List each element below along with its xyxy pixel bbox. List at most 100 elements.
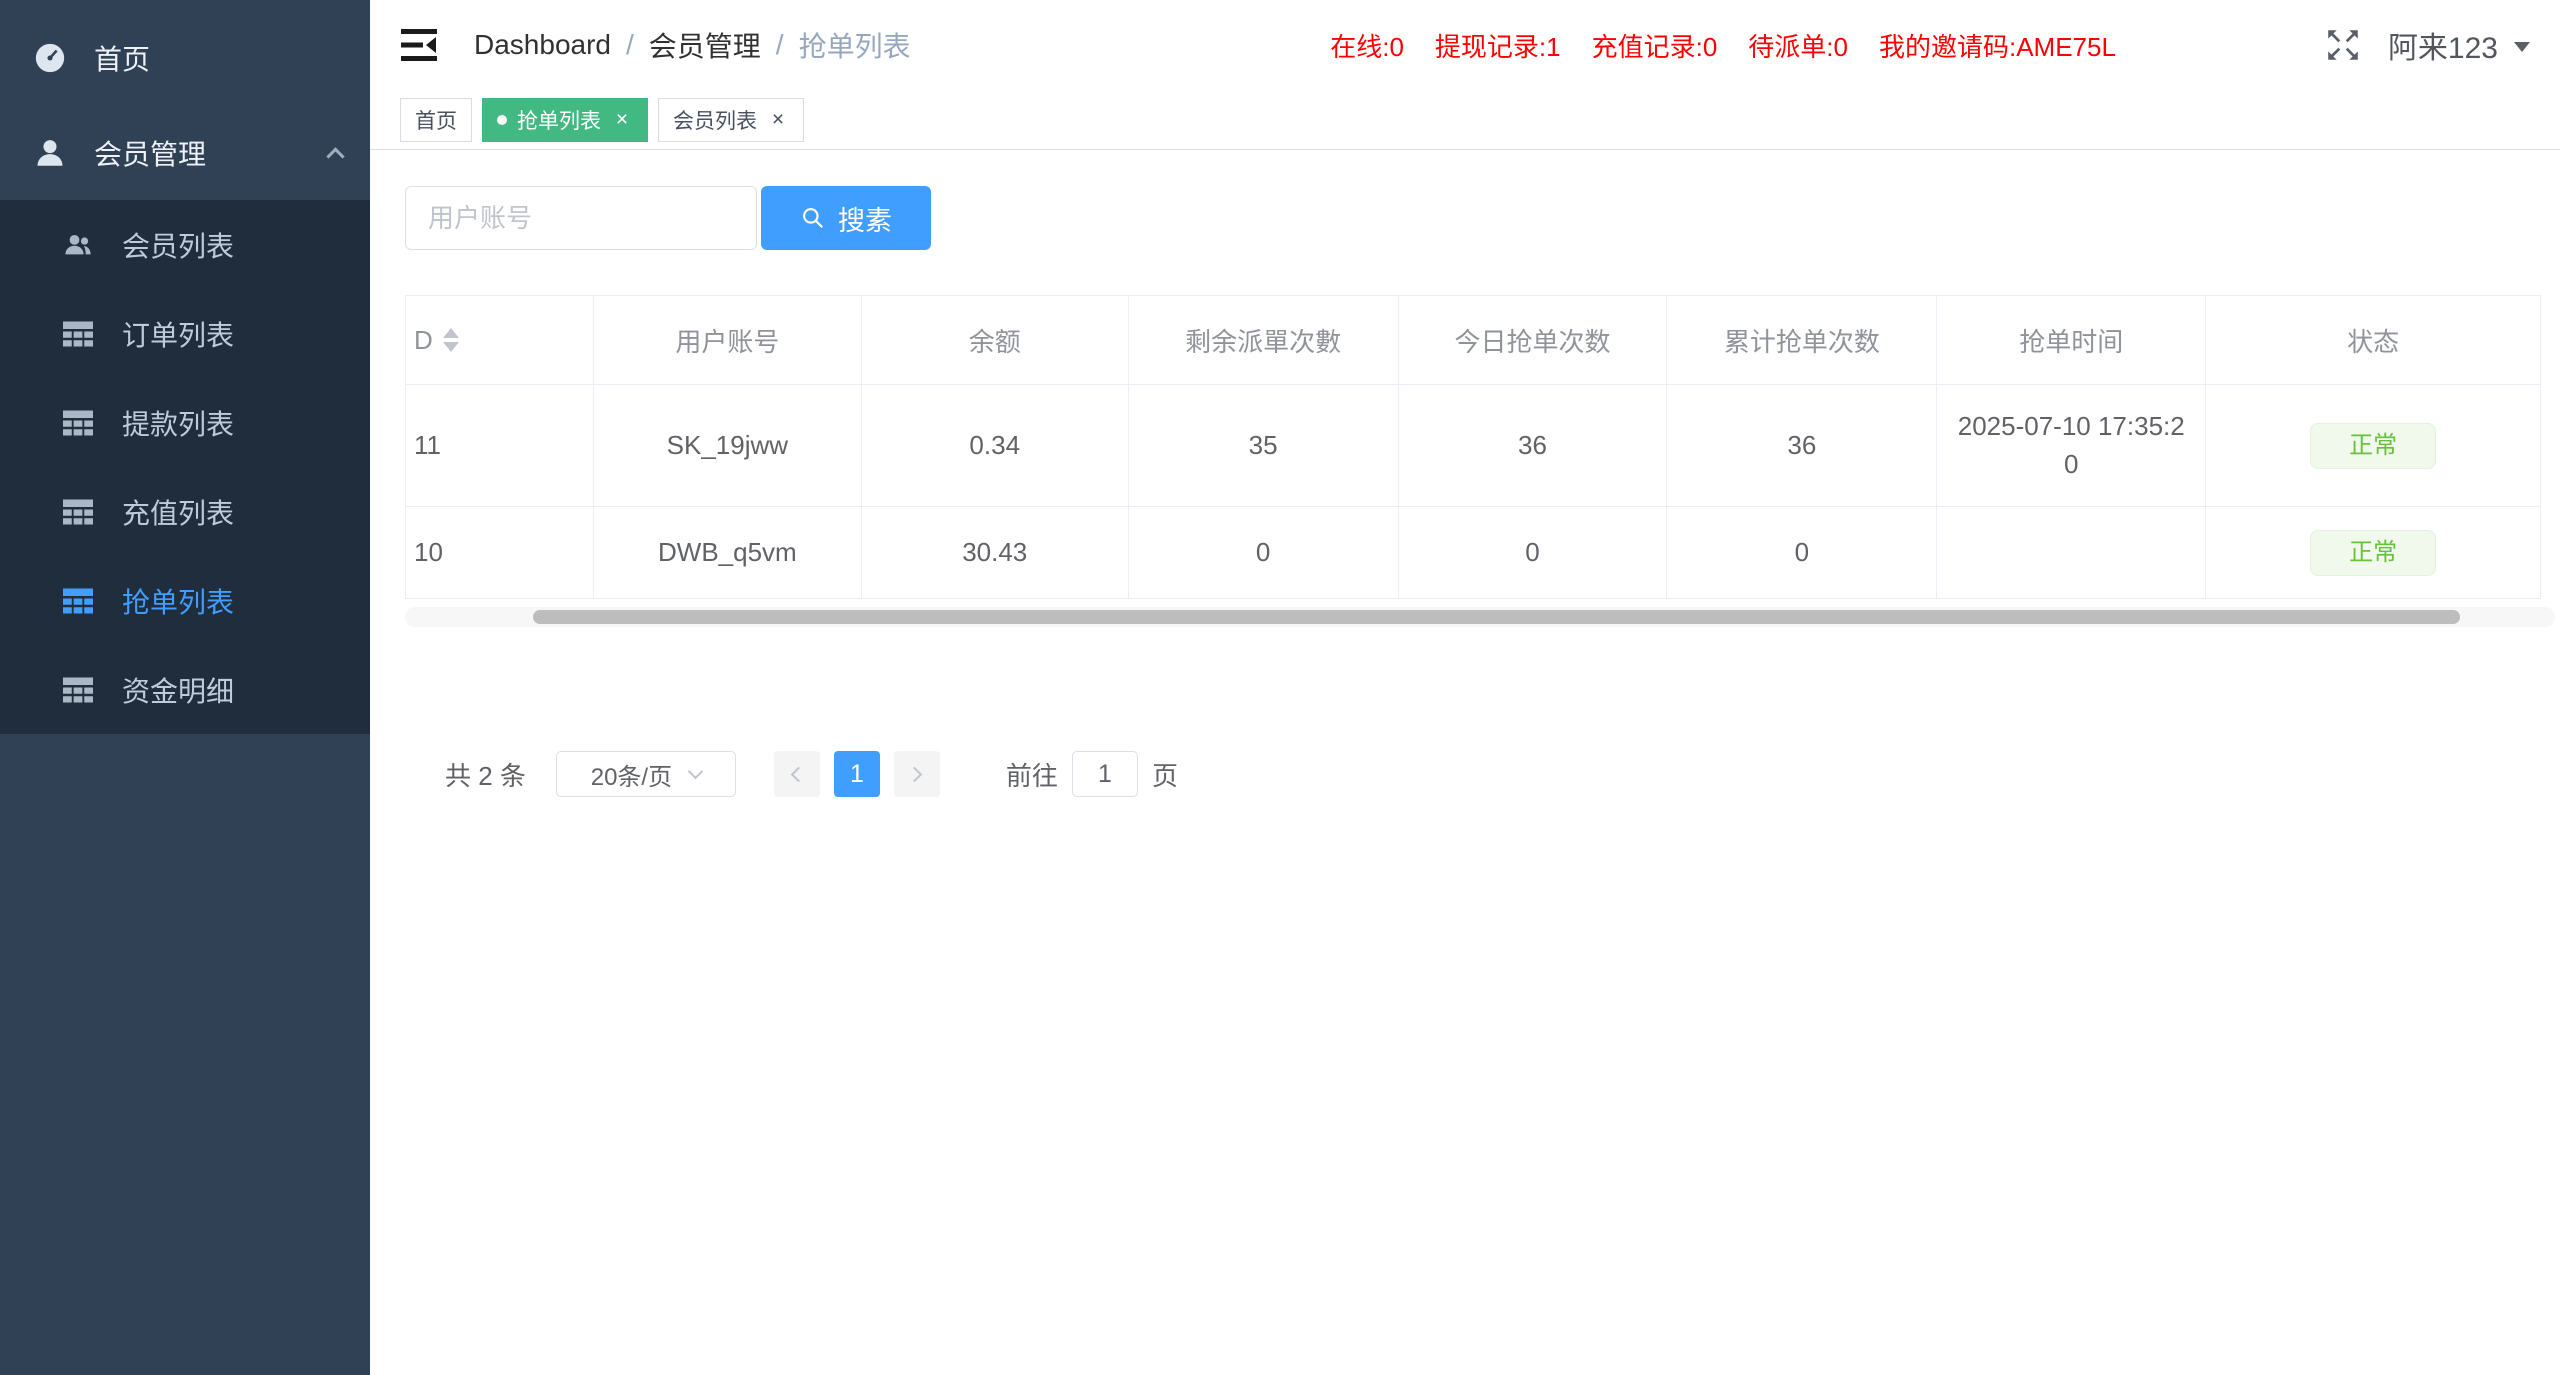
status-badge: 正常 bbox=[2310, 530, 2436, 576]
chevron-right-icon bbox=[907, 766, 923, 782]
goto-page-input[interactable] bbox=[1072, 751, 1138, 797]
pagination: 共 2 条 20条/页 1 前往 页 bbox=[405, 751, 2560, 797]
sidebar: 首页 会员管理 会员列表 bbox=[0, 0, 370, 1375]
stat-online: 在线:0 bbox=[1330, 27, 1404, 64]
users-icon bbox=[62, 230, 94, 260]
stat-withdraw-records: 提现记录:1 bbox=[1435, 27, 1561, 64]
chevron-up-icon bbox=[326, 147, 344, 165]
prev-page-button[interactable] bbox=[774, 751, 820, 797]
sidebar-item-home[interactable]: 首页 bbox=[0, 10, 370, 105]
page-size-select[interactable]: 20条/页 bbox=[556, 751, 736, 797]
fullscreen-icon[interactable] bbox=[2324, 26, 2362, 64]
sidebar-item-label: 会员管理 bbox=[94, 133, 206, 173]
table-icon bbox=[62, 497, 94, 527]
scrollbar-thumb[interactable] bbox=[533, 610, 2460, 624]
sidebar-item-label: 抢单列表 bbox=[122, 581, 234, 621]
pagination-total: 共 2 条 bbox=[445, 756, 526, 793]
active-dot-icon bbox=[497, 115, 507, 125]
column-header-balance: 余额 bbox=[862, 296, 1129, 385]
breadcrumb: Dashboard / 会员管理 / 抢单列表 bbox=[474, 25, 911, 65]
goto-label: 前往 bbox=[1006, 756, 1058, 793]
user-icon bbox=[32, 135, 68, 171]
tabs-bar: 首页 抢单列表 会员列表 bbox=[370, 90, 2560, 150]
sidebar-item-member-list[interactable]: 会员列表 bbox=[0, 200, 370, 289]
tab-label: 首页 bbox=[415, 105, 457, 135]
column-header-remaining-dispatch: 剩余派單次數 bbox=[1129, 296, 1399, 385]
sidebar-item-label: 资金明细 bbox=[122, 670, 234, 710]
chevron-down-icon bbox=[688, 763, 704, 779]
table-icon bbox=[62, 586, 94, 616]
cell-account: SK_19jww bbox=[594, 385, 862, 507]
sidebar-item-order-list[interactable]: 订单列表 bbox=[0, 289, 370, 378]
cell-balance: 30.43 bbox=[862, 507, 1129, 598]
tab-home[interactable]: 首页 bbox=[400, 98, 472, 142]
breadcrumb-separator: / bbox=[776, 29, 784, 61]
status-badge: 正常 bbox=[2310, 423, 2436, 469]
sidebar-item-label: 订单列表 bbox=[122, 314, 234, 354]
table-body: 11 SK_19jww 0.34 35 36 36 2025-07-10 17:… bbox=[406, 385, 2540, 598]
data-table: D 用户账号 余额 剩余派單次數 今日抢单次数 累计抢单次数 抢单时间 状态 bbox=[405, 295, 2541, 599]
tab-label: 抢单列表 bbox=[517, 105, 601, 135]
breadcrumb-dashboard[interactable]: Dashboard bbox=[474, 29, 611, 61]
user-menu[interactable]: 阿来123 bbox=[2388, 23, 2530, 67]
cell-grab-time: 2025-07-10 17:35:20 bbox=[1937, 385, 2206, 507]
sidebar-item-label: 会员列表 bbox=[122, 225, 234, 265]
cell-status: 正常 bbox=[2206, 507, 2540, 598]
cell-today-grabs: 0 bbox=[1399, 507, 1668, 598]
search-icon bbox=[800, 205, 826, 231]
stat-invite-code: 我的邀请码:AME75L bbox=[1879, 27, 2116, 64]
horizontal-scrollbar[interactable] bbox=[405, 607, 2555, 627]
search-button[interactable]: 搜素 bbox=[761, 186, 931, 250]
sidebar-item-funds-detail[interactable]: 资金明细 bbox=[0, 645, 370, 734]
tab-member-list[interactable]: 会员列表 bbox=[658, 98, 804, 142]
main-area: Dashboard / 会员管理 / 抢单列表 在线:0 提现记录:1 充值记录… bbox=[370, 0, 2560, 1375]
close-icon[interactable] bbox=[767, 109, 789, 131]
page-size-value: 20条/页 bbox=[591, 757, 672, 792]
page-content: 搜素 D 用户账号 余额 剩余派 bbox=[370, 150, 2560, 1375]
column-header-today-grabs: 今日抢单次数 bbox=[1399, 296, 1668, 385]
stat-recharge-records: 充值记录:0 bbox=[1592, 27, 1718, 64]
cell-grab-time bbox=[1937, 507, 2206, 598]
app-root: 首页 会员管理 会员列表 bbox=[0, 0, 2560, 1375]
column-header-status: 状态 bbox=[2206, 296, 2540, 385]
tab-grab-order-list[interactable]: 抢单列表 bbox=[482, 98, 648, 142]
sidebar-item-label: 首页 bbox=[94, 38, 150, 78]
table-row: 11 SK_19jww 0.34 35 36 36 2025-07-10 17:… bbox=[406, 385, 2540, 507]
sidebar-item-grab-order-list[interactable]: 抢单列表 bbox=[0, 556, 370, 645]
cell-balance: 0.34 bbox=[862, 385, 1129, 507]
sort-asc-icon[interactable] bbox=[443, 328, 459, 338]
column-header-id[interactable]: D bbox=[406, 296, 594, 385]
stat-pending-dispatch: 待派单:0 bbox=[1748, 27, 1848, 64]
next-page-button[interactable] bbox=[894, 751, 940, 797]
navbar-stats: 在线:0 提现记录:1 充值记录:0 待派单:0 我的邀请码:AME75L bbox=[1330, 27, 2116, 64]
table-row: 10 DWB_q5vm 30.43 0 0 0 正常 bbox=[406, 507, 2540, 598]
cell-status: 正常 bbox=[2206, 385, 2540, 507]
caret-down-icon bbox=[2514, 42, 2530, 60]
sidebar-item-label: 提款列表 bbox=[122, 403, 234, 443]
sort-desc-icon[interactable] bbox=[443, 342, 459, 352]
top-navbar: Dashboard / 会员管理 / 抢单列表 在线:0 提现记录:1 充值记录… bbox=[370, 0, 2560, 90]
sidebar-item-recharge-list[interactable]: 充值列表 bbox=[0, 467, 370, 556]
table-icon bbox=[62, 675, 94, 705]
column-header-grab-time: 抢单时间 bbox=[1937, 296, 2206, 385]
cell-total-grabs: 0 bbox=[1667, 507, 1937, 598]
table-icon bbox=[62, 319, 94, 349]
dashboard-icon bbox=[32, 40, 68, 76]
page-number-button[interactable]: 1 bbox=[834, 751, 880, 797]
table-icon bbox=[62, 408, 94, 438]
column-header-total-grabs: 累计抢单次数 bbox=[1667, 296, 1937, 385]
cell-total-grabs: 36 bbox=[1667, 385, 1937, 507]
search-button-label: 搜素 bbox=[838, 199, 892, 238]
cell-id: 11 bbox=[406, 385, 594, 507]
username: 阿来123 bbox=[2388, 23, 2498, 67]
sidebar-submenu: 会员列表 订单列表 提款列表 bbox=[0, 200, 370, 734]
sort-icon[interactable] bbox=[443, 328, 459, 352]
hamburger-icon[interactable] bbox=[400, 26, 440, 64]
sidebar-item-member-management[interactable]: 会员管理 bbox=[0, 105, 370, 200]
close-icon[interactable] bbox=[611, 109, 633, 131]
sidebar-item-withdraw-list[interactable]: 提款列表 bbox=[0, 378, 370, 467]
search-input[interactable] bbox=[405, 186, 757, 250]
cell-today-grabs: 36 bbox=[1399, 385, 1668, 507]
breadcrumb-separator: / bbox=[626, 29, 634, 61]
breadcrumb-member-management[interactable]: 会员管理 bbox=[649, 25, 761, 65]
